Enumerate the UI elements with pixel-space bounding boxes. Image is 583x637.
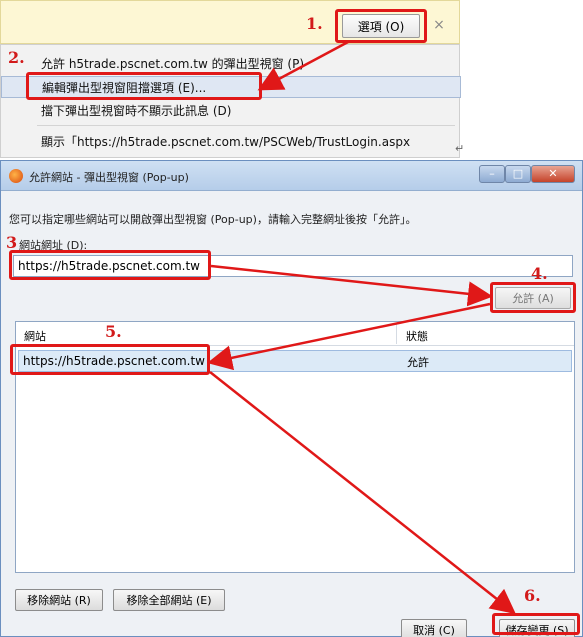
site-address-input[interactable]: https://h5trade.pscnet.com.tw <box>13 255 573 277</box>
maximize-button[interactable]: □ <box>505 165 531 183</box>
row-site-cell: https://h5trade.pscnet.com.tw <box>23 354 205 368</box>
remove-all-sites-button[interactable]: 移除全部網站 (E) <box>113 589 225 611</box>
table-row[interactable]: https://h5trade.pscnet.com.tw 允許 <box>18 350 572 372</box>
dialog-titlebar[interactable]: 允許網站 - 彈出型視窗 (Pop-up) – □ ✕ <box>1 161 582 191</box>
step-1-label: 1. <box>306 14 323 33</box>
menu-item-edit-popup-options[interactable]: 編輯彈出型視窗阻擋選項 (E)... <box>1 76 461 98</box>
allowed-sites-dialog: 允許網站 - 彈出型視窗 (Pop-up) – □ ✕ 您可以指定哪些網站可以開… <box>0 160 583 637</box>
allow-button[interactable]: 允許 (A) <box>495 287 571 309</box>
return-arrow-icon: ↵ <box>455 142 465 155</box>
cancel-button[interactable]: 取消 (C) <box>401 619 467 637</box>
close-icon[interactable]: × <box>430 16 448 34</box>
step-2-label: 2. <box>8 48 25 67</box>
menu-item-hide-message[interactable]: 擋下彈出型視窗時不顯示此訊息 (D) <box>1 100 461 122</box>
instruction-text: 您可以指定哪些網站可以開啟彈出型視窗 (Pop-up)，請輸入完整網址後按「允許… <box>9 213 417 226</box>
firefox-icon <box>9 169 23 183</box>
popup-options-menu: 允許 h5trade.pscnet.com.tw 的彈出型視窗 (P) 編輯彈出… <box>0 44 461 158</box>
dialog-title: 允許網站 - 彈出型視窗 (Pop-up) <box>29 171 189 184</box>
list-header: 網站 狀態 <box>16 322 574 346</box>
minimize-button[interactable]: – <box>479 165 505 183</box>
save-changes-button[interactable]: 儲存變更 (S) <box>499 619 575 637</box>
row-status-cell: 允許 <box>407 356 429 369</box>
step-3-label: 3 <box>6 233 18 252</box>
menu-item-show-popup[interactable]: 顯示「https://h5trade.pscnet.com.tw/PSCWeb/… <box>1 131 461 153</box>
remove-site-button[interactable]: 移除網站 (R) <box>15 589 103 611</box>
sites-list[interactable]: 網站 狀態 https://h5trade.pscnet.com.tw 允許 <box>15 321 575 573</box>
menu-separator <box>37 125 455 126</box>
column-header-status[interactable]: 狀態 <box>406 328 428 344</box>
column-header-site[interactable]: 網站 <box>24 328 46 344</box>
options-button[interactable]: 選項 (O) <box>342 14 420 38</box>
menu-item-allow-popups[interactable]: 允許 h5trade.pscnet.com.tw 的彈出型視窗 (P) <box>1 53 461 75</box>
site-address-label: 網站網址 (D): <box>19 239 88 252</box>
step-4-label: 4. <box>531 264 548 283</box>
step-6-label: 6. <box>524 586 541 605</box>
column-divider <box>396 324 397 344</box>
window-close-button[interactable]: ✕ <box>531 165 575 183</box>
step-5-label: 5. <box>105 322 122 341</box>
